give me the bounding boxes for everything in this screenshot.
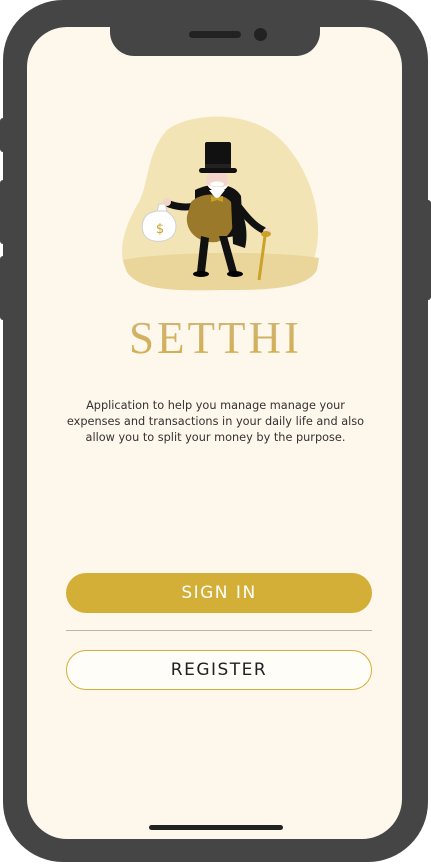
- gentleman-illustration: $: [122, 116, 319, 291]
- hat-brim: [199, 168, 237, 173]
- speaker-grille: [189, 31, 241, 38]
- front-camera: [254, 28, 267, 41]
- sign-in-button[interactable]: SIGN IN: [66, 573, 372, 613]
- notch: [110, 0, 320, 56]
- side-button: [0, 256, 6, 320]
- side-button: [0, 180, 6, 244]
- cane-knob: [261, 231, 271, 237]
- side-button: [0, 118, 6, 152]
- app-title: SETTHI: [60, 312, 371, 364]
- side-button: [425, 200, 431, 300]
- illustration-floor: [123, 252, 319, 291]
- mustache: [210, 181, 224, 187]
- body-vest: [186, 194, 235, 243]
- hand-left: [163, 198, 171, 206]
- app-description: Application to help you manage manage yo…: [66, 399, 365, 444]
- register-button[interactable]: REGISTER: [66, 650, 372, 690]
- home-indicator[interactable]: [149, 825, 283, 830]
- shoe-right: [227, 271, 243, 277]
- divider: [66, 630, 372, 631]
- shoe-left: [193, 271, 209, 277]
- svg-text:$: $: [156, 222, 164, 237]
- hat-band: [205, 164, 231, 168]
